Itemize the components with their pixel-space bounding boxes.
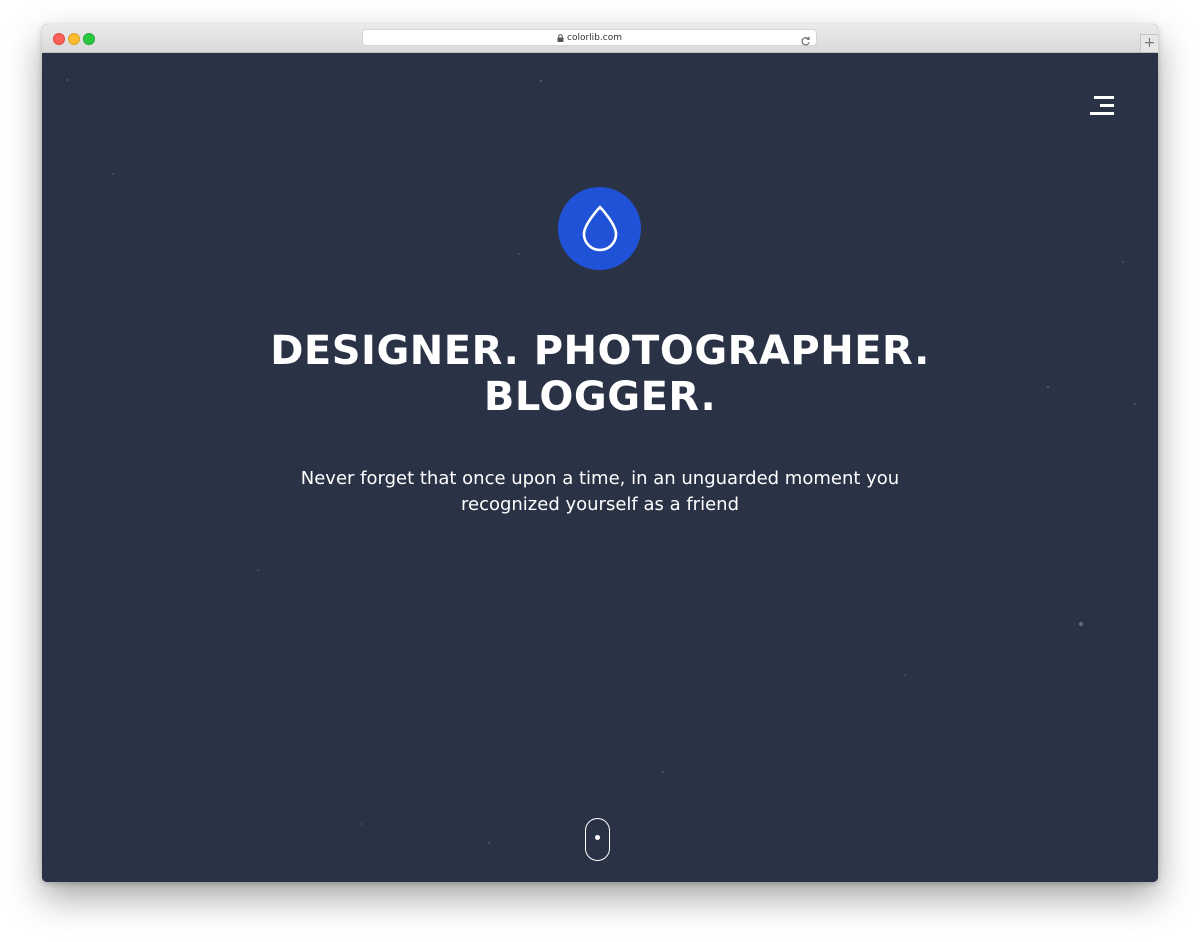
hero-tagline: Never forget that once upon a time, in a…	[42, 466, 1158, 518]
minimize-window-button[interactable]	[68, 33, 80, 45]
address-bar[interactable]: colorlib.com	[362, 29, 817, 46]
browser-window: colorlib.com + DESIGNER. PHOTOGRAPHER. B…	[42, 24, 1158, 882]
url-text: colorlib.com	[567, 32, 622, 43]
scroll-dot	[594, 835, 600, 840]
background-particle	[540, 80, 542, 82]
headline-line-1: DESIGNER. PHOTOGRAPHER.	[270, 328, 930, 374]
background-particle	[662, 771, 664, 773]
new-tab-button[interactable]: +	[1140, 34, 1158, 52]
background-particle	[488, 842, 490, 844]
background-particle	[1122, 261, 1124, 263]
background-particle	[360, 823, 362, 825]
zoom-window-button[interactable]	[83, 33, 95, 45]
tagline-line-1: Never forget that once upon a time, in a…	[300, 468, 900, 489]
background-particle	[518, 253, 520, 255]
page-viewport: DESIGNER. PHOTOGRAPHER. BLOGGER. Never f…	[42, 53, 1158, 882]
reload-icon[interactable]	[800, 32, 811, 46]
background-particle	[112, 173, 114, 175]
scroll-down-indicator[interactable]	[585, 818, 610, 861]
tagline-line-2: recognized yourself as a friend	[460, 494, 739, 515]
logo-badge	[558, 187, 641, 270]
water-drop-icon	[582, 205, 618, 252]
headline-line-2: BLOGGER.	[483, 374, 717, 420]
background-particle	[1079, 622, 1083, 626]
close-window-button[interactable]	[53, 33, 65, 45]
hamburger-menu-icon[interactable]	[1088, 96, 1114, 118]
browser-titlebar: colorlib.com +	[42, 24, 1158, 53]
lock-icon	[557, 33, 564, 42]
background-particle	[257, 569, 259, 571]
background-particle	[904, 674, 906, 676]
background-particle	[66, 79, 68, 81]
hero-headline: DESIGNER. PHOTOGRAPHER. BLOGGER.	[42, 328, 1158, 420]
